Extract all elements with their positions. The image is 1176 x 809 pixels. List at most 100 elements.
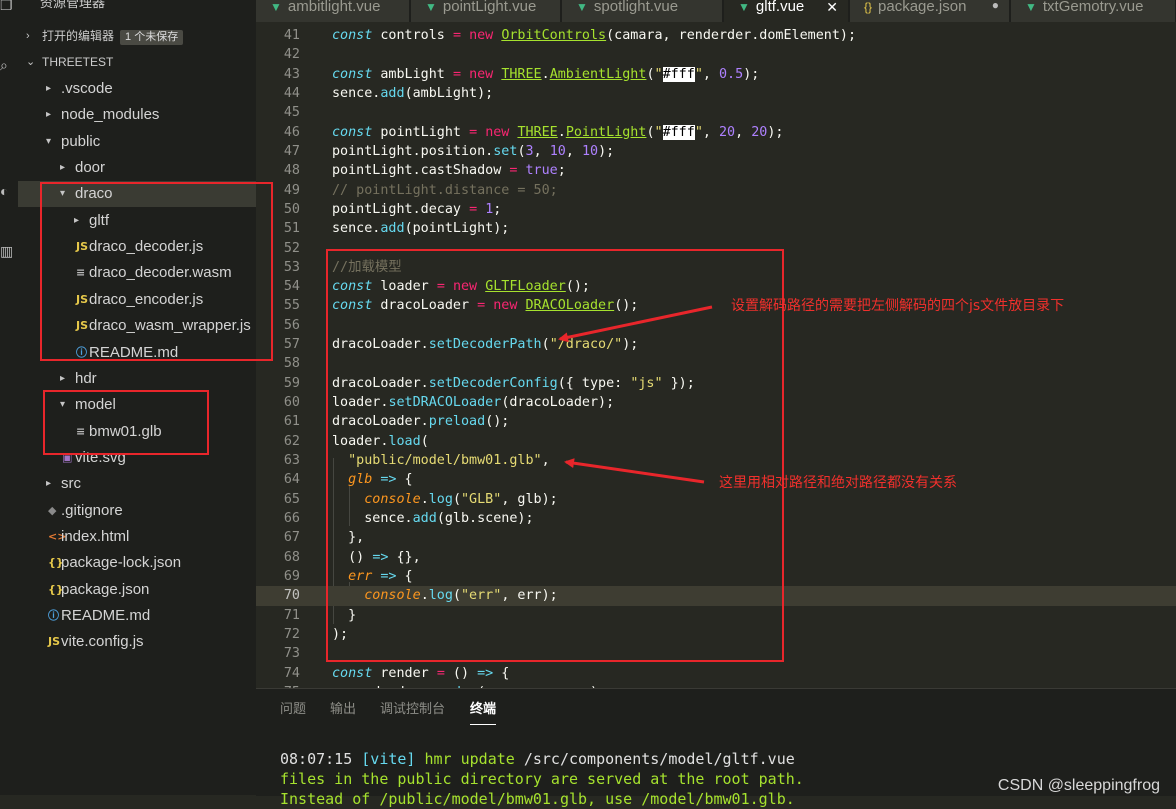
code-text: pointLight.decay = 1; [332,200,501,219]
code-token: () [444,665,478,681]
code-token: 3 [525,143,534,159]
code-token: // pointLight.distance = 50; [332,182,558,198]
code-token: const [332,66,373,82]
tree-item[interactable]: ▸ hdr [18,366,256,392]
code-line[interactable]: 50 pointLight.decay = 1; [256,200,1176,219]
code-line[interactable]: 48 pointLight.castShadow = true; [256,161,1176,180]
code-line[interactable]: 74 const render = () => { [256,664,1176,683]
tree-item-label: .vscode [61,80,113,97]
tree-item[interactable]: ◆ .gitignore [18,498,256,524]
code-token: OrbitControls [501,28,607,43]
code-line[interactable]: 49// pointLight.distance = 50; [256,181,1176,200]
code-token: => [477,665,494,681]
extensions-icon[interactable]: ▥ [0,242,18,260]
code-line[interactable]: 47 pointLight.position.set(3, 10, 10); [256,142,1176,161]
tab-label: pointLight.vue [442,0,537,15]
line-number: 69 [283,568,300,584]
git-file-icon: ◆ [48,503,57,517]
explorer-icon[interactable]: ❐ [0,0,18,14]
code-token: #fff [662,124,695,140]
code-token: pointLight [372,124,470,140]
code-token: add [380,85,405,101]
code-text: sence.add(pointLight); [332,219,509,238]
line-number: 43 [283,66,300,82]
code-text: // pointLight.distance = 50; [332,181,558,200]
tree-item-label: index.html [61,527,130,545]
tab[interactable]: ▼ pointLight.vue [411,0,561,22]
tree-item[interactable]: ⓘ README.md [18,603,256,629]
code-token: , [565,143,582,159]
panel-tab-problems[interactable]: 问题 [280,701,306,719]
tree-item[interactable]: ▸ node_modules [18,102,256,128]
unsaved-dot-icon[interactable]: ● [992,0,999,12]
code-token: ( [517,143,526,159]
project-section[interactable]: ⌄ THREETEST [18,51,256,73]
code-token: true [525,163,558,179]
line-number: 72 [283,626,300,642]
vue-icon: ▼ [576,0,588,14]
code-token: ( [646,124,655,140]
tree-item[interactable]: ▸ door [18,155,256,181]
panel-tab-output[interactable]: 输出 [330,701,356,719]
code-line[interactable]: 44 sence.add(ambLight); [256,84,1176,103]
code-token: set [493,143,518,159]
project-label: THREETEST [42,55,114,69]
tree-item[interactable]: {} package-lock.json [18,550,256,576]
line-number: 47 [283,143,300,159]
code-token: = [452,66,461,82]
code-token: render [372,665,437,681]
chevron-down-icon: ⌄ [26,56,36,68]
code-token: pointLight.position. [332,143,494,159]
tab-label: ambitlight.vue [287,0,381,15]
vue-icon: ▼ [425,0,437,14]
panel-tab-debug-console[interactable]: 调试控制台 [380,701,445,719]
code-token: = [436,665,445,681]
code-text: const ambLight = new THREE.AmbientLight(… [332,65,759,84]
tab[interactable]: {} package.json ● [850,0,1010,22]
annotation-box-model [43,390,209,455]
code-token: ambLight [372,66,453,82]
terminal-line-1: 08:07:15 [vite] hmr update /src/componen… [280,750,795,768]
code-token: ; [493,201,502,217]
code-token: new [469,66,494,82]
code-token: . [557,124,566,140]
code-line[interactable]: 41 const controls = new OrbitControls(cam… [256,26,1176,45]
tree-item[interactable]: {} package.json [18,577,256,603]
debug-icon[interactable]: ◐ [0,182,18,200]
line-number: 42 [283,47,300,63]
tree-item[interactable]: ▾ public [18,129,256,155]
code-token: , [735,124,752,140]
code-token: new [485,124,510,140]
code-token: pointLight.decay [332,201,470,217]
code-line[interactable]: 46 const pointLight = new THREE.PointLigh… [256,123,1176,142]
code-line[interactable]: 51 sence.add(pointLight); [256,219,1176,238]
code-token: " [694,124,703,140]
search-icon[interactable]: ⌕ [0,56,18,74]
tree-item[interactable]: JS vite.config.js [18,629,256,655]
code-line[interactable]: 45 [256,103,1176,122]
tree-item[interactable]: ▸ src [18,471,256,497]
code-token: " [654,124,663,140]
tree-item[interactable]: ▸ .vscode [18,76,256,102]
tab[interactable]: ▼ txtGemotry.vue [1011,0,1176,22]
tab[interactable]: ▼ ambitlight.vue [256,0,410,22]
code-token: add [380,221,405,237]
open-editors-section[interactable]: › 打开的编辑器 1 个未保存 [18,25,256,47]
json-icon: {} [864,0,873,14]
code-token: = [469,124,478,140]
tab[interactable]: ▼ gltf.vue ✕ [724,0,849,22]
tree-item-label: README.md [61,607,151,624]
tab[interactable]: ▼ spotlight.vue [562,0,723,22]
tree-item[interactable]: <> index.html [18,524,256,550]
editor-tabs: ▼ ambitlight.vue ▼ pointLight.vue ▼ spotlight… [256,0,1176,22]
watermark: CSDN @sleeppingfrog [997,777,1160,794]
chevron-right-icon: ▸ [60,372,66,384]
code-line[interactable]: 43 const ambLight = new THREE.AmbientLigh… [256,65,1176,84]
line-number: 70 [283,588,300,604]
tree-item-label: package.json [61,580,150,598]
close-icon[interactable]: ✕ [826,0,838,14]
code-token: 10 [549,143,566,159]
panel-tab-terminal[interactable]: 终端 [470,701,497,725]
code-line[interactable]: 42 [256,45,1176,64]
